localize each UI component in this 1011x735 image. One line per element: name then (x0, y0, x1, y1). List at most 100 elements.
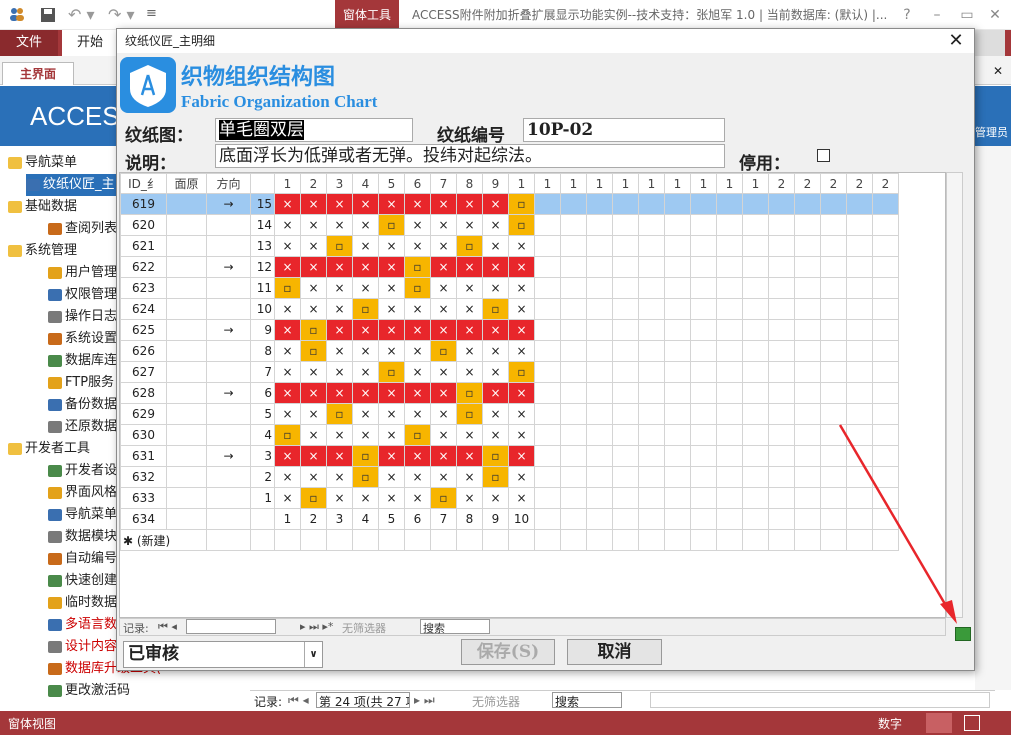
pattern-cell[interactable]: × (378, 382, 405, 404)
empty-cell[interactable] (820, 298, 847, 320)
empty-cell[interactable] (872, 487, 899, 509)
pattern-cell[interactable]: × (352, 361, 379, 383)
row-number[interactable]: 1 (250, 487, 275, 509)
row-number[interactable]: 4 (250, 424, 275, 446)
empty-cell[interactable] (534, 193, 561, 215)
pattern-cell[interactable]: × (430, 403, 457, 425)
column-header[interactable]: 1 (690, 173, 717, 194)
code-field[interactable]: 10P-02 (523, 118, 725, 142)
pattern-cell[interactable]: 10 (508, 508, 535, 530)
empty-cell[interactable] (586, 508, 613, 530)
direction-cell[interactable] (206, 403, 251, 425)
pattern-cell[interactable]: × (352, 277, 379, 299)
empty-cell[interactable] (846, 193, 873, 215)
empty-cell[interactable] (534, 340, 561, 362)
empty-cell[interactable] (846, 256, 873, 278)
empty-cell[interactable] (560, 466, 587, 488)
empty-cell[interactable] (794, 256, 821, 278)
empty-cell[interactable] (846, 277, 873, 299)
table-row[interactable]: 624 10 × × × ▫ × × × × ▫ × (120, 298, 899, 320)
empty-cell[interactable] (534, 214, 561, 236)
empty-cell[interactable] (872, 340, 899, 362)
pattern-cell[interactable]: × (430, 445, 457, 467)
empty-cell[interactable] (690, 445, 717, 467)
pattern-cell[interactable]: × (274, 340, 301, 362)
pattern-cell[interactable]: × (482, 403, 509, 425)
pattern-datasheet[interactable]: ID_纟 面原 方向 1 2 3 4 5 6 7 8 9 1 1 1 1 1 1 1 1 1 1 2 2 2 2 2 619 → 15 × ×… (119, 172, 946, 618)
pattern-cell[interactable]: × (300, 256, 327, 278)
empty-cell[interactable] (664, 487, 691, 509)
pattern-cell[interactable]: 4 (352, 508, 379, 530)
empty-cell[interactable] (690, 487, 717, 509)
pattern-cell[interactable]: × (274, 256, 301, 278)
pattern-cell[interactable]: ▫ (404, 424, 431, 446)
empty-cell[interactable] (586, 319, 613, 341)
empty-cell[interactable] (716, 340, 743, 362)
empty-cell[interactable] (560, 277, 587, 299)
face-cell[interactable] (166, 235, 207, 257)
empty-cell[interactable] (664, 508, 691, 530)
pattern-cell[interactable]: × (482, 277, 509, 299)
empty-cell[interactable] (820, 319, 847, 341)
pattern-cell[interactable]: × (300, 193, 327, 215)
empty-cell[interactable] (586, 382, 613, 404)
empty-cell[interactable] (586, 256, 613, 278)
pattern-cell[interactable]: × (482, 382, 509, 404)
empty-cell[interactable] (586, 403, 613, 425)
no-filter[interactable]: 无筛选器 (472, 693, 520, 710)
empty-cell[interactable] (206, 529, 251, 551)
empty-cell[interactable] (768, 298, 795, 320)
maximize-button[interactable]: ▭ (952, 0, 982, 30)
row-id[interactable]: 624 (120, 298, 167, 320)
desc-field[interactable]: 底面浮长为低弹或者无弹。投纬对起综法。 (215, 144, 725, 168)
empty-cell[interactable] (872, 235, 899, 257)
empty-cell[interactable] (820, 256, 847, 278)
column-header[interactable]: 2 (300, 173, 327, 194)
pattern-cell[interactable]: × (274, 403, 301, 425)
empty-cell[interactable] (846, 214, 873, 236)
pattern-cell[interactable]: × (274, 235, 301, 257)
empty-cell[interactable] (612, 529, 639, 551)
empty-cell[interactable] (768, 466, 795, 488)
row-id[interactable]: 630 (120, 424, 167, 446)
datasheet-view-icon[interactable] (964, 715, 980, 731)
row-id[interactable]: 634 (120, 508, 167, 530)
empty-cell[interactable] (690, 403, 717, 425)
horizontal-scrollbar[interactable] (650, 692, 990, 708)
empty-cell[interactable] (664, 403, 691, 425)
direction-cell[interactable]: → (206, 256, 251, 278)
empty-cell[interactable] (690, 298, 717, 320)
pattern-cell[interactable]: × (508, 382, 535, 404)
pattern-cell[interactable]: × (274, 445, 301, 467)
empty-cell[interactable] (872, 277, 899, 299)
empty-cell[interactable] (326, 529, 353, 551)
face-cell[interactable] (166, 319, 207, 341)
pattern-cell[interactable]: ▫ (508, 193, 535, 215)
empty-cell[interactable] (872, 193, 899, 215)
column-header[interactable]: 1 (508, 173, 535, 194)
pattern-cell[interactable]: × (404, 193, 431, 215)
empty-cell[interactable] (664, 340, 691, 362)
pattern-cell[interactable]: ▫ (326, 403, 353, 425)
empty-cell[interactable] (534, 445, 561, 467)
table-row[interactable]: 620 14 × × × × ▫ × × × × ▫ (120, 214, 899, 236)
empty-cell[interactable] (820, 382, 847, 404)
column-header[interactable]: 1 (274, 173, 301, 194)
face-cell[interactable] (166, 424, 207, 446)
save-button[interactable]: 保存(S) (461, 639, 555, 665)
empty-cell[interactable] (560, 319, 587, 341)
pattern-cell[interactable]: × (404, 361, 431, 383)
empty-cell[interactable] (872, 361, 899, 383)
pattern-cell[interactable]: × (456, 466, 483, 488)
column-header[interactable]: 7 (430, 173, 457, 194)
column-header[interactable]: 2 (846, 173, 873, 194)
empty-cell[interactable] (612, 319, 639, 341)
cancel-button[interactable]: 取消 (567, 639, 662, 665)
empty-cell[interactable] (716, 445, 743, 467)
pattern-cell[interactable]: × (300, 298, 327, 320)
row-id[interactable]: 623 (120, 277, 167, 299)
empty-cell[interactable] (716, 298, 743, 320)
pattern-cell[interactable]: × (456, 340, 483, 362)
empty-cell[interactable] (690, 214, 717, 236)
row-number[interactable]: 3 (250, 445, 275, 467)
